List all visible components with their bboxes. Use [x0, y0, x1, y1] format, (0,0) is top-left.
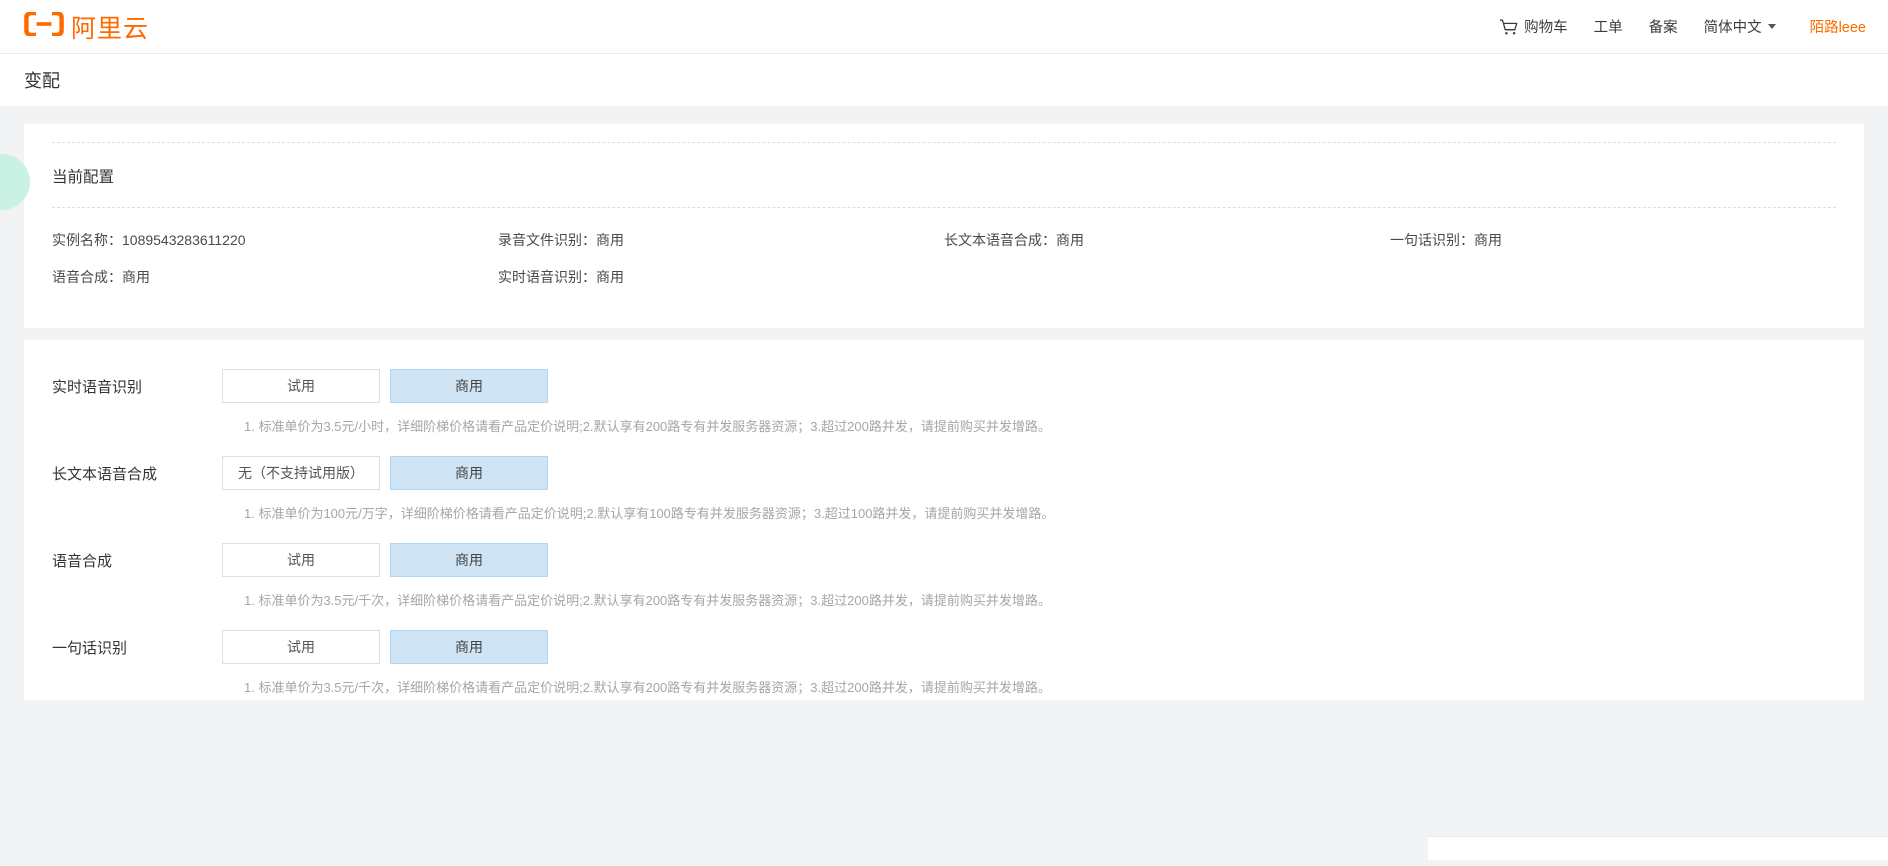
- current-config-header: 当前配置: [52, 142, 1836, 208]
- nav-item-language[interactable]: 简体中文: [1704, 16, 1776, 37]
- header-nav: 购物车 工单 备案 简体中文 陌路leee: [1473, 0, 1888, 53]
- option-button-commercial[interactable]: 商用: [390, 543, 548, 577]
- bottom-strip: [0, 832, 1888, 866]
- nav-item-cart[interactable]: 购物车: [1499, 16, 1568, 37]
- config-item-recording-file-recognition: 录音文件识别：商用: [498, 230, 944, 267]
- option-button-group: 无（不支持试用版） 商用: [222, 456, 548, 490]
- nav-item-icp-filing[interactable]: 备案: [1649, 16, 1678, 37]
- config-item-sentence-recognition: 一句话识别：商用: [1390, 230, 1836, 267]
- bottom-right-panel: [1428, 836, 1888, 860]
- option-button-commercial[interactable]: 商用: [390, 456, 548, 490]
- alibaba-cloud-logo-link[interactable]: 阿里云: [24, 0, 149, 53]
- option-label: 实时语音识别: [52, 376, 222, 397]
- nav-item-icp-filing-label: 备案: [1649, 16, 1678, 37]
- nav-item-user-account[interactable]: 陌路leee: [1810, 16, 1866, 37]
- option-row-sentence-recognition: 一句话识别 试用 商用 1. 标准单价为3.5元/千次，详细阶梯价格请看产品定价…: [52, 621, 1836, 700]
- option-button-group: 试用 商用: [222, 630, 548, 664]
- current-config-title: 当前配置: [52, 169, 114, 186]
- option-row-speech-synthesis: 语音合成 试用 商用 1. 标准单价为3.5元/千次，详细阶梯价格请看产品定价说…: [52, 534, 1836, 621]
- option-button-group: 试用 商用: [222, 369, 548, 403]
- page-title: 变配: [24, 67, 60, 93]
- option-description: 1. 标准单价为3.5元/小时，详细阶梯价格请看产品定价说明;2.默认享有200…: [244, 412, 1836, 443]
- config-item-long-text-tts: 长文本语音合成：商用: [944, 230, 1390, 267]
- alibaba-cloud-logo-icon: [24, 11, 64, 42]
- nav-item-tickets[interactable]: 工单: [1594, 16, 1623, 37]
- config-item-realtime-speech-recognition: 实时语音识别：商用: [498, 267, 944, 304]
- option-label: 一句话识别: [52, 637, 222, 658]
- chevron-down-icon: [1768, 24, 1776, 29]
- option-button-trial[interactable]: 试用: [222, 369, 380, 403]
- option-description: 1. 标准单价为3.5元/千次，详细阶梯价格请看产品定价说明;2.默认享有200…: [244, 586, 1836, 617]
- page-title-bar: 变配: [0, 54, 1888, 106]
- main-content: 当前配置 实例名称：1089543283611220 录音文件识别：商用 长文本…: [0, 106, 1888, 866]
- option-button-trial[interactable]: 试用: [222, 543, 380, 577]
- option-button-trial[interactable]: 试用: [222, 630, 380, 664]
- option-button-commercial[interactable]: 商用: [390, 630, 548, 664]
- option-description: 1. 标准单价为3.5元/千次，详细阶梯价格请看产品定价说明;2.默认享有200…: [244, 673, 1836, 700]
- option-button-commercial[interactable]: 商用: [390, 369, 548, 403]
- nav-item-language-label: 简体中文: [1704, 16, 1762, 37]
- top-navigation-bar: 阿里云 购物车 工单 备案 简体中文 陌路leee: [0, 0, 1888, 54]
- logo-text: 阿里云: [71, 9, 149, 45]
- config-item-instance-name: 实例名称：1089543283611220: [52, 230, 498, 267]
- option-button-none[interactable]: 无（不支持试用版）: [222, 456, 380, 490]
- nav-item-user-account-label: 陌路leee: [1810, 16, 1866, 37]
- current-config-grid: 实例名称：1089543283611220 录音文件识别：商用 长文本语音合成：…: [52, 208, 1836, 304]
- option-label: 长文本语音合成: [52, 463, 222, 484]
- nav-item-tickets-label: 工单: [1594, 16, 1623, 37]
- option-description: 1. 标准单价为100元/万字，详细阶梯价格请看产品定价说明;2.默认享有100…: [244, 499, 1836, 530]
- current-config-card: 当前配置 实例名称：1089543283611220 录音文件识别：商用 长文本…: [24, 124, 1864, 328]
- nav-item-cart-label: 购物车: [1524, 16, 1568, 37]
- option-button-group: 试用 商用: [222, 543, 548, 577]
- config-item-speech-synthesis: 语音合成：商用: [52, 267, 498, 304]
- cart-icon: [1499, 18, 1518, 36]
- options-card: 实时语音识别 试用 商用 1. 标准单价为3.5元/小时，详细阶梯价格请看产品定…: [24, 340, 1864, 700]
- option-row-long-text-tts: 长文本语音合成 无（不支持试用版） 商用 1. 标准单价为100元/万字，详细阶…: [52, 447, 1836, 534]
- option-label: 语音合成: [52, 550, 222, 571]
- option-row-realtime-speech-recognition: 实时语音识别 试用 商用 1. 标准单价为3.5元/小时，详细阶梯价格请看产品定…: [52, 360, 1836, 447]
